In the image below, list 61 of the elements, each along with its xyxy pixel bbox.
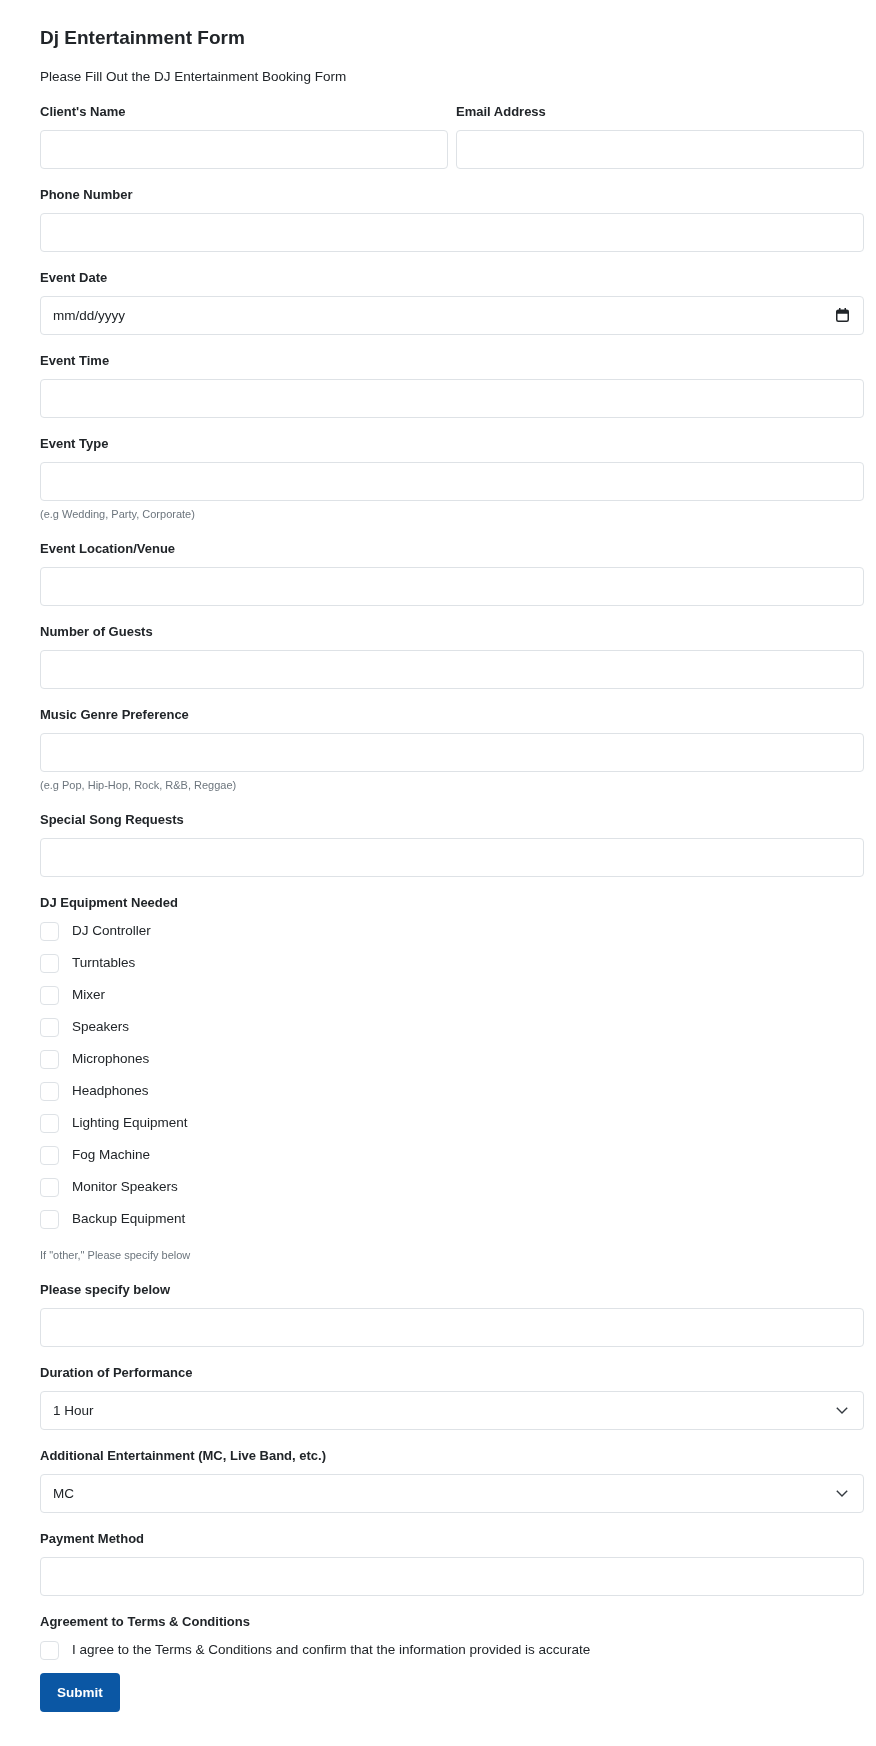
select-field[interactable]: MC [40,1474,864,1513]
option-label: Fog Machine [72,1146,151,1164]
checkbox[interactable] [40,921,59,941]
select-field[interactable]: 1 Hour [40,1391,864,1430]
field-label: Event Time [40,352,110,370]
field-label: Additional Entertainment (MC, Live Band, etc.) [40,1447,327,1465]
field-label: Event Date [40,269,108,287]
field-hint: If "other," Please specify below [40,1248,191,1263]
field-label: Music Genre Preference [40,706,189,724]
field-label: Please specify below [40,1281,171,1299]
option-label: Microphones [72,1050,150,1068]
input-field[interactable] [40,462,864,501]
option-label: I agree to the Terms & Conditions and confirm that the information provided is accurate [72,1641,591,1659]
input-field[interactable] [40,838,864,877]
checkbox[interactable] [40,1049,59,1069]
input-field[interactable] [40,1308,864,1347]
option-label: Mixer [72,986,105,1004]
calendar-icon [836,308,849,322]
field-label: Email Address [456,103,546,121]
option-label: Monitor Speakers [72,1178,178,1196]
checkbox[interactable] [40,1113,59,1133]
option-label: DJ Controller [72,922,151,940]
checkbox[interactable] [40,1177,59,1197]
input-field[interactable] [40,213,864,252]
input-field[interactable] [40,650,864,689]
field-label: Duration of Performance [40,1364,193,1382]
input-field[interactable] [456,130,864,169]
option-label: Lighting Equipment [72,1114,188,1132]
form-title: Dj Entertainment Form [40,26,245,50]
field-label: Special Song Requests [40,811,184,829]
field-label: Phone Number [40,186,133,204]
field-label: Number of Guests [40,623,153,641]
field-hint: (e.g Pop, Hip-Hop, Rock, R&B, Reggae) [40,778,237,793]
input-field[interactable] [40,379,864,418]
checkbox[interactable] [40,953,59,973]
chevron-down-icon [836,1407,848,1414]
input-field[interactable] [40,733,864,772]
form-subtitle: Please Fill Out the DJ Entertainment Booking Form [40,68,347,86]
submit-button[interactable]: Submit [40,1673,120,1712]
option-label: Turntables [72,954,136,972]
checkbox[interactable] [40,1145,59,1165]
checkbox[interactable] [40,1017,59,1037]
checkbox[interactable] [40,1209,59,1229]
field-label: Client's Name [40,103,126,121]
field-label: Event Location/Venue [40,540,176,558]
field-hint: (e.g Wedding, Party, Corporate) [40,507,195,522]
chevron-down-icon [836,1490,848,1497]
checkbox[interactable] [40,1640,59,1660]
input-field[interactable] [40,567,864,606]
field-label: Agreement to Terms & Conditions [40,1613,250,1631]
checkbox[interactable] [40,1081,59,1101]
field-label: DJ Equipment Needed [40,894,178,912]
option-label: Speakers [72,1018,130,1036]
checkbox[interactable] [40,985,59,1005]
date-field[interactable]: mm/dd/yyyy [40,296,864,335]
field-label: Event Type [40,435,109,453]
input-field[interactable] [40,130,448,169]
option-label: Headphones [72,1082,149,1100]
field-label: Payment Method [40,1530,144,1548]
option-label: Backup Equipment [72,1210,186,1228]
input-field[interactable] [40,1557,864,1596]
